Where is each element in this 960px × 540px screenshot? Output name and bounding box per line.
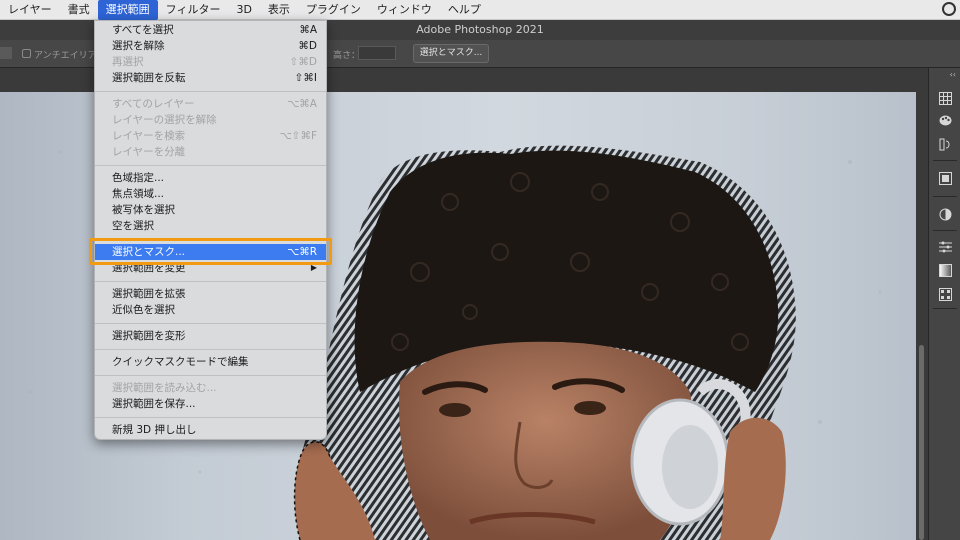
navigator-icon[interactable] bbox=[939, 172, 952, 185]
dropdown-item-label: 選択範囲を拡張 bbox=[112, 288, 186, 300]
dropdown-item[interactable]: クイックマスクモードで編集 bbox=[95, 354, 326, 370]
panel-divider bbox=[933, 308, 957, 309]
right-panel-dock: ‹‹ bbox=[928, 68, 960, 540]
dropdown-item[interactable]: 被写体を選択 bbox=[95, 202, 326, 218]
dropdown-item-shortcut: ⌥⌘A bbox=[287, 98, 317, 110]
dropdown-item[interactable]: 色域指定... bbox=[95, 170, 326, 186]
dropdown-item-label: 空を選択 bbox=[112, 220, 154, 232]
history-icon[interactable] bbox=[939, 138, 952, 151]
menu-item[interactable]: ウィンドウ bbox=[369, 0, 440, 20]
gradient-icon[interactable] bbox=[939, 264, 952, 277]
dropdown-item-label: レイヤーを分離 bbox=[112, 146, 186, 158]
dropdown-item[interactable]: 選択範囲を拡張 bbox=[95, 286, 326, 302]
adjustments-icon[interactable] bbox=[939, 208, 952, 221]
dropdown-item[interactable]: 選択を解除 ⌘D bbox=[95, 38, 326, 54]
dropdown-item[interactable]: 焦点領域... bbox=[95, 186, 326, 202]
dropdown-item: レイヤーを分離 bbox=[95, 144, 326, 160]
dropdown-item: レイヤーの選択を解除 bbox=[95, 112, 326, 128]
menu-bar: レイヤー 書式 選択範囲 フィルター 3D 表示 プラグイン ウィンドウ ヘルプ bbox=[0, 0, 960, 20]
dropdown-item-label: 選択範囲を変形 bbox=[112, 330, 186, 342]
dropdown-item-label: 選択範囲を保存... bbox=[112, 398, 196, 410]
collapse-arrow-icon[interactable]: ‹‹ bbox=[950, 70, 956, 79]
highlight-callout-box bbox=[89, 238, 332, 265]
dropdown-item-label: クイックマスクモードで編集 bbox=[112, 356, 249, 368]
dropdown-item[interactable]: すべてを選択 ⌘A bbox=[95, 22, 326, 38]
dropdown-item-label: 選択範囲を読み込む... bbox=[112, 382, 217, 394]
creative-cloud-icon[interactable] bbox=[942, 2, 956, 16]
dropdown-item-shortcut: ⌘A bbox=[299, 24, 317, 36]
panel-divider bbox=[933, 230, 957, 231]
dropdown-item-label: 再選択 bbox=[112, 56, 144, 68]
tool-preset-icon[interactable] bbox=[0, 47, 12, 59]
dropdown-item-label: レイヤーの選択を解除 bbox=[112, 114, 217, 126]
height-input[interactable] bbox=[358, 46, 396, 60]
dropdown-item[interactable]: 選択範囲を変形 bbox=[95, 328, 326, 344]
dropdown-item[interactable]: 選択範囲を保存... bbox=[95, 396, 326, 412]
dropdown-item: レイヤーを検索 ⌥⇧⌘F bbox=[95, 128, 326, 144]
dropdown-item-label: 新規 3D 押し出し bbox=[112, 424, 197, 436]
menu-separator bbox=[95, 91, 326, 92]
panel-divider bbox=[933, 160, 957, 161]
menu-item[interactable]: 3D bbox=[228, 0, 259, 20]
dropdown-item-label: すべてを選択 bbox=[112, 24, 174, 36]
dropdown-item[interactable]: 空を選択 bbox=[95, 218, 326, 234]
menu-item[interactable]: プラグイン bbox=[298, 0, 369, 20]
height-label: 高さ： bbox=[333, 51, 361, 61]
dropdown-item-label: 焦点領域... bbox=[112, 188, 165, 200]
dropdown-item-label: レイヤーを検索 bbox=[112, 130, 186, 142]
grid-icon[interactable] bbox=[939, 92, 952, 105]
antialias-checkbox[interactable] bbox=[22, 49, 31, 58]
dropdown-item-label: 被写体を選択 bbox=[112, 204, 175, 216]
dropdown-item-label: 選択を解除 bbox=[112, 40, 165, 52]
menu-item[interactable]: 選択範囲 bbox=[97, 0, 158, 20]
menu-separator bbox=[95, 417, 326, 418]
menu-separator bbox=[95, 375, 326, 376]
dropdown-item-shortcut: ⇧⌘I bbox=[294, 72, 317, 84]
menu-separator bbox=[95, 165, 326, 166]
select-menu-dropdown: すべてを選択 ⌘A 選択を解除 ⌘D 再選択 ⇧⌘D 選択範囲を反転 ⇧⌘I すべてのレイヤー ⌥… bbox=[94, 20, 327, 440]
menu-separator bbox=[95, 349, 326, 350]
dropdown-item[interactable]: 近似色を選択 bbox=[95, 302, 326, 318]
properties-icon[interactable] bbox=[939, 240, 952, 253]
dropdown-item-shortcut: ⇧⌘D bbox=[289, 56, 317, 68]
dropdown-item-shortcut: ⌘D bbox=[298, 40, 317, 52]
menu-item[interactable]: ヘルプ bbox=[440, 0, 489, 20]
menu-item[interactable]: フィルター bbox=[158, 0, 229, 20]
dropdown-item-label: 色域指定... bbox=[112, 172, 165, 184]
menu-item[interactable]: 表示 bbox=[260, 0, 298, 20]
menu-separator bbox=[95, 323, 326, 324]
dropdown-item: すべてのレイヤー ⌥⌘A bbox=[95, 96, 326, 112]
dropdown-item-shortcut: ⌥⇧⌘F bbox=[279, 130, 317, 142]
menu-item[interactable]: レイヤー bbox=[0, 0, 60, 20]
palette-icon[interactable] bbox=[939, 114, 952, 127]
dropdown-item: 選択範囲を読み込む... bbox=[95, 380, 326, 396]
dropdown-item-label: 選択範囲を反転 bbox=[112, 72, 186, 84]
swatches-icon[interactable] bbox=[939, 288, 952, 301]
dropdown-item: 再選択 ⇧⌘D bbox=[95, 54, 326, 70]
dropdown-item[interactable]: 新規 3D 押し出し bbox=[95, 422, 326, 438]
dropdown-item[interactable]: 選択範囲を反転 ⇧⌘I bbox=[95, 70, 326, 86]
dropdown-item-label: 近似色を選択 bbox=[112, 304, 175, 316]
panel-divider bbox=[933, 196, 957, 197]
menu-item[interactable]: 書式 bbox=[60, 0, 98, 20]
menu-separator bbox=[95, 281, 326, 282]
dropdown-item-label: すべてのレイヤー bbox=[112, 98, 195, 110]
select-and-mask-button[interactable]: 選択とマスク... bbox=[413, 44, 489, 63]
scrollbar-thumb[interactable] bbox=[919, 345, 924, 540]
